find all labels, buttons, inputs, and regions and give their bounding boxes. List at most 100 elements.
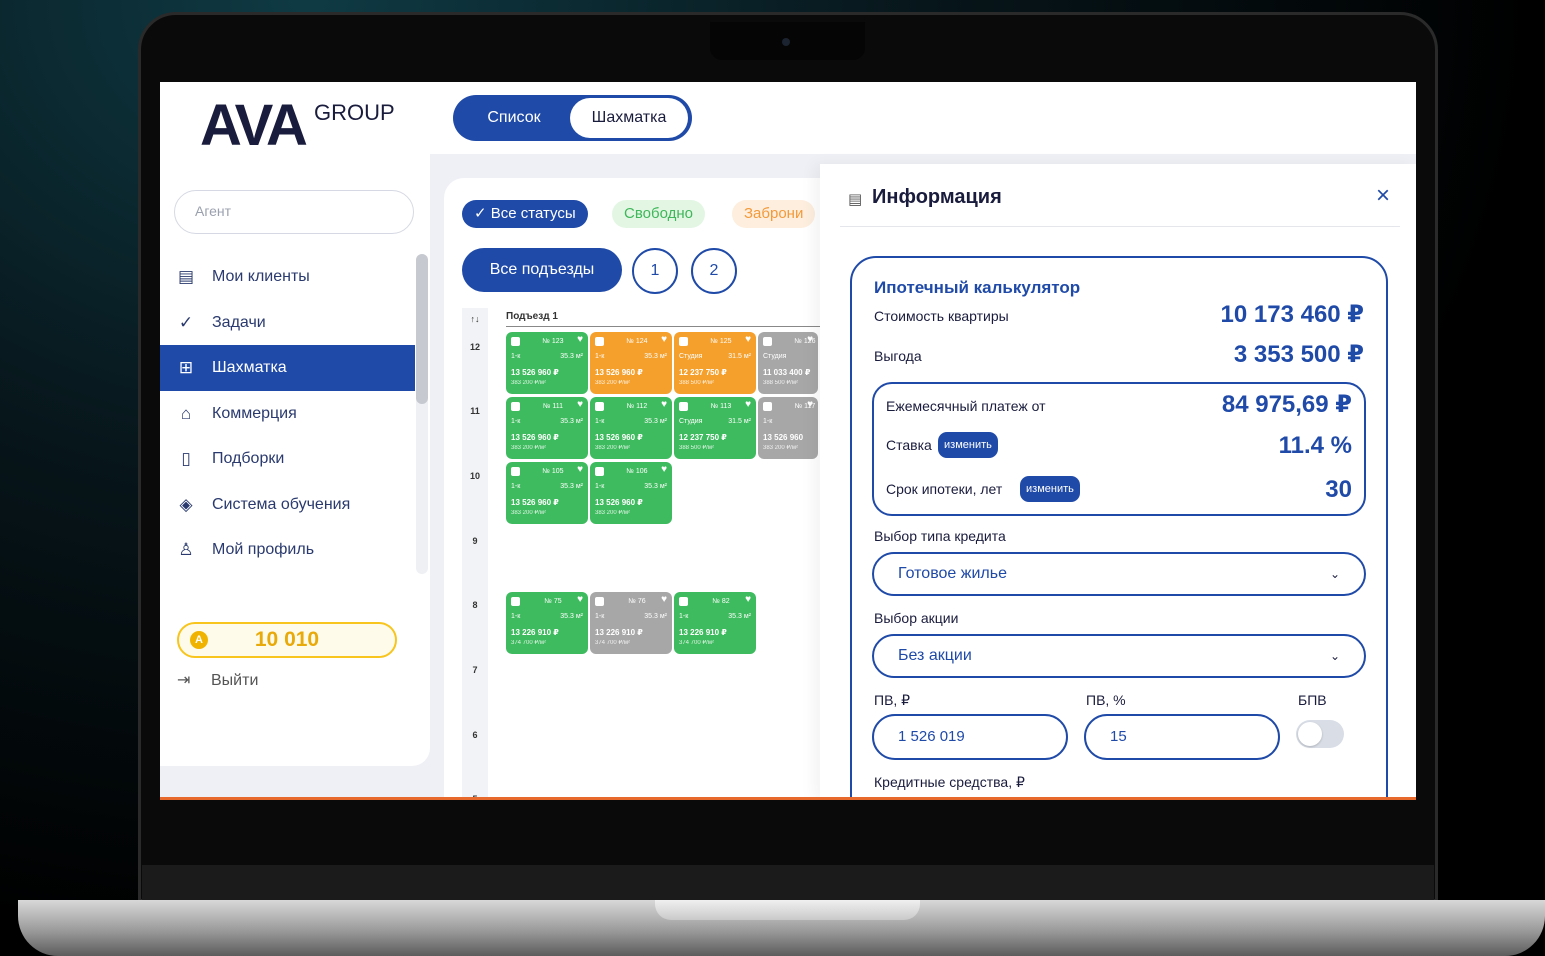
apartment-price: 13 226 910 ₽ [679,628,727,637]
toggle-knob [1298,722,1322,746]
down-payment-rub-input[interactable]: 1 526 019 [872,714,1068,760]
apartment-area: 35.3 м² [644,418,667,425]
heart-icon[interactable]: ♥ [807,400,813,410]
no-down-payment-toggle[interactable] [1296,720,1344,748]
apartment-type: 1-к [511,418,521,425]
select-checkbox[interactable] [511,402,520,411]
apartment-cell[interactable]: № 112 ♥ 1-к 35.3 м² 13 526 960 ₽ 383 200 ₽/м² [590,397,672,459]
heart-icon[interactable]: ♥ [577,335,583,345]
sort-icon[interactable]: ↑↓ [462,314,488,324]
close-icon[interactable]: × [1376,182,1390,210]
heart-icon[interactable]: ♥ [661,400,667,410]
apartment-type: 1-к [763,418,773,425]
filter-free[interactable]: Свободно [612,200,705,228]
apartment-meta: 1-к 35.3 м² [511,417,583,426]
select-checkbox[interactable] [595,597,604,606]
heart-icon[interactable]: ♥ [577,465,583,475]
apartment-price: 13 526 960 [763,433,804,442]
sidebar-item-commerce[interactable]: ⌂ Коммерция [160,391,415,437]
apartment-type: 1-к [511,483,521,490]
clipboard-icon: ▤ [177,267,195,286]
apartment-meta: Студия28. [763,352,818,361]
heart-icon[interactable]: ♥ [745,595,751,605]
entrance-2-button[interactable]: 2 [691,248,737,294]
floor-number: 10 [469,471,480,481]
sidebar-item-clients[interactable]: ▤ Мои клиенты [160,254,415,300]
heart-icon[interactable]: ♥ [577,595,583,605]
sidebar-item-tasks[interactable]: ✓ Задачи [160,300,415,346]
apartment-type: 1-к [679,613,689,620]
floor-number: 8 [472,600,478,610]
promo-select[interactable]: Без акции ⌄ [872,634,1366,678]
rate-change-button[interactable]: изменить [938,432,998,458]
heart-icon[interactable]: ♥ [577,400,583,410]
balance-value: 10 010 [254,628,320,651]
select-checkbox[interactable] [511,467,520,476]
sidebar-item-learning[interactable]: ◈ Система обучения [160,482,415,528]
mortgage-calculator: Ипотечный калькулятор Стоимость квартиры… [850,256,1388,797]
heart-icon[interactable]: ♥ [661,595,667,605]
apartment-area: 35.3 м² [728,613,751,620]
apartment-cell[interactable]: № 117♥1-к35.13 526 960383 200 ₽/м² [758,397,818,459]
logout-button[interactable]: ⇥ Выйти [177,666,258,696]
down-payment-pct-input[interactable]: 15 [1084,714,1280,760]
apartment-cell[interactable]: № 82 ♥ 1-к 35.3 м² 13 226 910 ₽ 374 700 ₽/м² [674,592,756,654]
apartment-cell[interactable]: № 75 ♥ 1-к 35.3 м² 13 226 910 ₽ 374 700 ₽/м² [506,592,588,654]
view-grid-button[interactable]: Шахматка [570,98,688,138]
select-checkbox[interactable] [595,337,604,346]
filter-reserved[interactable]: Заброни [732,200,816,228]
sidebar-scrollbar-thumb[interactable] [416,254,428,404]
apartment-cell[interactable]: № 126♥Студия28.11 033 400 ₽388 500 ₽/м² [758,332,818,394]
apartment-number: № 125 [710,338,732,345]
entrance-all-button[interactable]: Все подъезды [462,248,622,292]
select-checkbox[interactable] [511,337,520,346]
view-list-button[interactable]: Список [461,98,567,138]
apartment-price: 13 526 960 ₽ [511,498,559,507]
grid-icon: ⊞ [178,358,194,377]
apartment-meta: Студия 31.5 м² [679,352,751,361]
select-checkbox[interactable] [679,402,688,411]
heart-icon[interactable]: ♥ [807,335,813,345]
logo[interactable]: AVA GROUP [200,92,395,159]
apartment-number: № 82 [712,598,730,605]
apartment-price: 13 526 960 ₽ [595,433,643,442]
apartment-cell[interactable]: № 125 ♥ Студия 31.5 м² 12 237 750 ₽ 388 500 ₽… [674,332,756,394]
apartment-cell[interactable]: № 76 ♥ 1-к 35.3 м² 13 226 910 ₽ 374 700 ₽/м² [590,592,672,654]
filter-all-statuses[interactable]: ✓ Все статусы [462,200,588,228]
heart-icon[interactable]: ♥ [745,400,751,410]
select-checkbox[interactable] [595,402,604,411]
floor-number: 7 [472,665,478,675]
select-checkbox[interactable] [679,337,688,346]
sidebar-item-chessboard[interactable]: ⊞ Шахматка [160,345,415,391]
apartment-cell[interactable]: № 123 ♥ 1-к 35.3 м² 13 526 960 ₽ 383 200 ₽/м² [506,332,588,394]
apartment-meta: 1-к 35.3 м² [511,482,583,491]
heart-icon[interactable]: ♥ [661,465,667,475]
heart-icon[interactable]: ♥ [745,335,751,345]
balance-badge[interactable]: A 10 010 [177,622,397,658]
laptop-chin [142,865,1434,903]
select-checkbox[interactable] [763,402,772,411]
select-checkbox[interactable] [679,597,688,606]
sidebar-item-label: Коммерция [212,404,297,422]
apartment-cell[interactable]: № 124 ♥ 1-к 35.3 м² 13 526 960 ₽ 383 200 ₽/м² [590,332,672,394]
agent-input[interactable]: Агент [174,190,414,234]
apartment-cell[interactable]: № 113 ♥ Студия 31.5 м² 12 237 750 ₽ 388 500 ₽… [674,397,756,459]
apartment-number: № 111 [542,403,564,410]
apartment-price: 13 226 910 ₽ [511,628,559,637]
sidebar-item-selections[interactable]: ▯ Подборки [160,436,415,482]
floor-number: 6 [472,730,478,740]
select-checkbox[interactable] [511,597,520,606]
select-checkbox[interactable] [763,337,772,346]
heart-icon[interactable]: ♥ [661,335,667,345]
apartment-cell[interactable]: № 106 ♥ 1-к 35.3 м² 13 526 960 ₽ 383 200 ₽/м² [590,462,672,524]
chevron-down-icon: ⌄ [1329,649,1340,663]
credit-type-select[interactable]: Готовое жилье ⌄ [872,552,1366,596]
apartment-meta: 1-к 35.3 м² [595,352,667,361]
entrance-1-button[interactable]: 1 [632,248,678,294]
apartment-cell[interactable]: № 105 ♥ 1-к 35.3 м² 13 526 960 ₽ 383 200 ₽/м² [506,462,588,524]
floor-number: 11 [470,406,480,416]
sidebar-item-profile[interactable]: ♙ Мой профиль [160,527,415,573]
apartment-cell[interactable]: № 111 ♥ 1-к 35.3 м² 13 526 960 ₽ 383 200 ₽/м² [506,397,588,459]
term-change-button[interactable]: изменить [1020,476,1080,502]
select-checkbox[interactable] [595,467,604,476]
